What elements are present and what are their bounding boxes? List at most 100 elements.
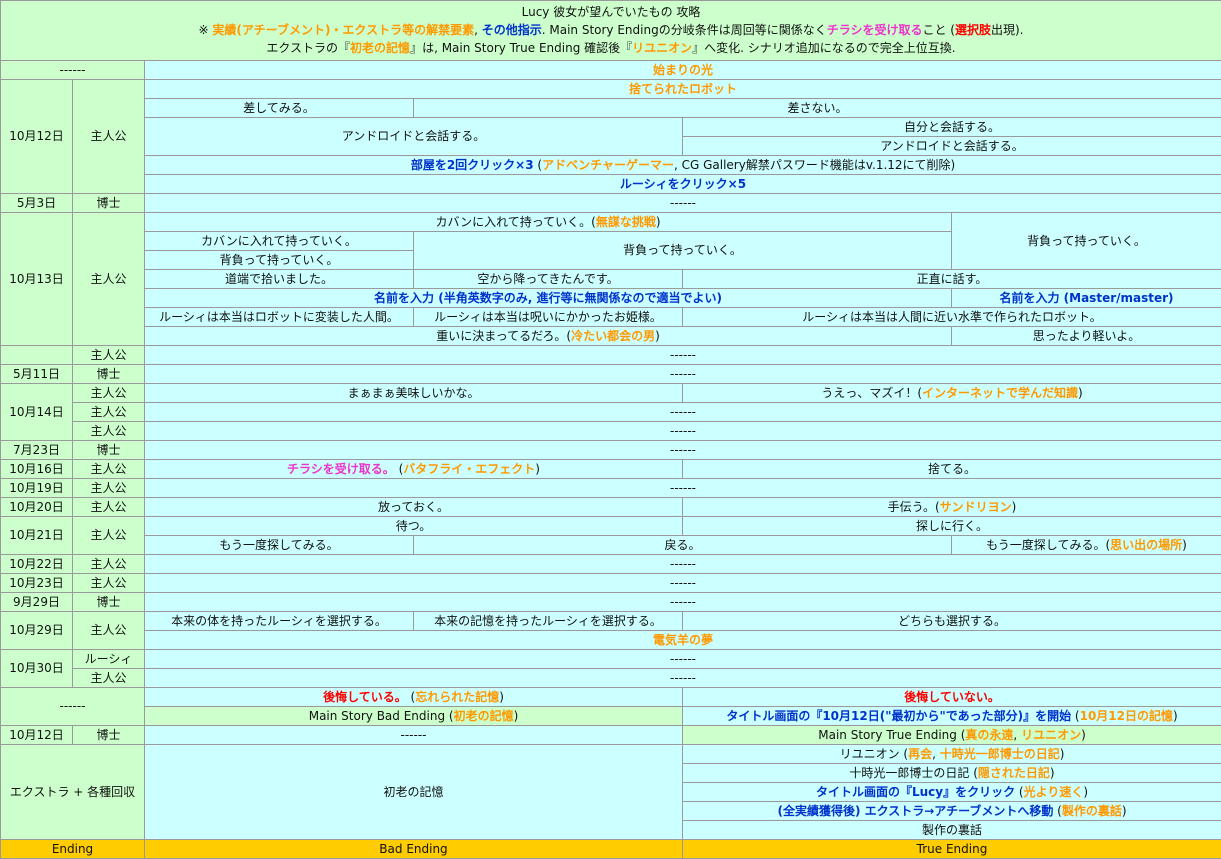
- choice-cell: 自分と会話する。: [683, 118, 1221, 137]
- note-text: ,: [474, 23, 482, 37]
- character-cell: 博士: [73, 726, 145, 745]
- character-cell: ルーシィ: [73, 650, 145, 669]
- date-cell: 10月20日: [1, 498, 73, 517]
- empty-cell: ------: [145, 422, 1221, 441]
- chapter-title: 捨てられたロボット: [629, 82, 737, 96]
- choice-cell: 空から降ってきたんです。: [414, 270, 683, 289]
- choice-cell: もう一度探してみる。(思い出の場所): [952, 536, 1221, 555]
- instruction-cell: 名前を入力 (半角英数字のみ, 進行等に無関係なので適当でよい): [145, 289, 952, 308]
- note-flyer: チラシを受け取る: [827, 23, 923, 37]
- choice-cell: 思ったより軽いよ。: [952, 327, 1221, 346]
- instruction-cell: 名前を入力 (Master/master): [952, 289, 1221, 308]
- choice-cell: 重いに決まってるだろ。(冷たい都会の男): [145, 327, 952, 346]
- character-cell: 主人公: [73, 612, 145, 650]
- note-text: 』へ変化. シナリオ追加になるので完全上位互換.: [692, 41, 955, 55]
- choice-cell: カバンに入れて持っていく。: [145, 232, 414, 251]
- character-cell: 主人公: [73, 403, 145, 422]
- date-cell: 5月3日: [1, 194, 73, 213]
- note-text: こと (: [922, 23, 955, 37]
- choice-cell: まぁまぁ美味しいかな。: [145, 384, 683, 403]
- character-cell: 主人公: [73, 479, 145, 498]
- character-cell: 主人公: [73, 80, 145, 194]
- character-cell: 主人公: [73, 498, 145, 517]
- true-ending-cell: Main Story True Ending (真の永遠, リユニオン): [683, 726, 1221, 745]
- choice-cell: ルーシィは本当は人間に近い水準で作られたロボット。: [683, 308, 1221, 327]
- walkthrough-table: Lucy 彼女が望んでいたもの 攻略 ※ 実績(アチーブメント)・エクストラ等の…: [0, 0, 1221, 859]
- choice-cell: 捨てる。: [683, 460, 1221, 479]
- header-note: ※ 実績(アチーブメント)・エクストラ等の解禁要素, その他指示. Main S…: [5, 21, 1217, 39]
- character-cell: 主人公: [73, 574, 145, 593]
- date-cell: 10月12日: [1, 80, 73, 194]
- note-text: ※: [199, 23, 213, 37]
- choice-cell: ルーシィは本当は呪いにかかったお姫様。: [414, 308, 683, 327]
- instruction-cell: 部屋を2回クリック×3 (アドベンチャーゲーマー, CG Gallery解禁パス…: [145, 156, 1221, 175]
- extra-cell: リユニオン (再会, 十時光一郎博士の日記): [683, 745, 1221, 764]
- choice-cell: 本来の記憶を持ったルーシィを選択する。: [414, 612, 683, 631]
- chapter-title: 始まりの光: [653, 63, 713, 77]
- extra-cell: 製作の裏話: [683, 821, 1221, 840]
- date-cell: 10月22日: [1, 555, 73, 574]
- extra-cell: タイトル画面の『Lucy』をクリック (光より速く): [683, 783, 1221, 802]
- character-cell: 主人公: [73, 422, 145, 441]
- choice-cell: 戻る。: [414, 536, 952, 555]
- note-text: エクストラの『: [266, 41, 350, 55]
- choice-cell: うえっ、マズイ！(インターネットで学んだ知識): [683, 384, 1221, 403]
- character-cell: 主人公: [73, 213, 145, 346]
- choice-cell: 差してみる。: [145, 99, 414, 118]
- choice-cell: アンドロイドと会話する。: [145, 118, 683, 156]
- bad-ending-cell: Main Story Bad Ending (初老の記憶): [145, 707, 683, 726]
- empty-cell: ------: [145, 574, 1221, 593]
- character-cell: 主人公: [73, 555, 145, 574]
- note-text: . Main Story Endingの分岐条件は周回等に関係なく: [542, 23, 827, 37]
- date-cell: 10月16日: [1, 460, 73, 479]
- character-cell: 主人公: [73, 384, 145, 403]
- empty-cell: ------: [145, 555, 1221, 574]
- note-text: 出現).: [991, 23, 1024, 37]
- note-unlock: 実績(アチーブメント)・エクストラ等の解禁要素: [212, 23, 474, 37]
- date-cell: 10月12日: [1, 726, 73, 745]
- date-cell: 9月29日: [1, 593, 73, 612]
- choice-cell: アンドロイドと会話する。: [683, 137, 1221, 156]
- choice-cell: ルーシィは本当はロボットに変装した人間。: [145, 308, 414, 327]
- extra-cell: 十時光一郎博士の日記 (隠された日記): [683, 764, 1221, 783]
- note-instruction: その他指示: [482, 23, 542, 37]
- date-cell: 7月23日: [1, 441, 73, 460]
- choice-cell: 本来の体を持ったルーシィを選択する。: [145, 612, 414, 631]
- empty-cell: ------: [145, 441, 1221, 460]
- instruction-cell: ルーシィをクリック×5: [145, 175, 1221, 194]
- date-cell: ------: [1, 688, 145, 726]
- character-cell: 博士: [73, 593, 145, 612]
- note-reunion: リユニオン: [632, 41, 692, 55]
- extra-cell: (全実績獲得後) エクストラ→アチーブメントへ移動 (製作の裏話): [683, 802, 1221, 821]
- date-cell: 10月14日: [1, 384, 73, 441]
- note-extra: 初老の記憶: [350, 41, 410, 55]
- character-cell: 主人公: [73, 346, 145, 365]
- date-cell: 10月29日: [1, 612, 73, 650]
- date-cell: 5月11日: [1, 365, 73, 384]
- character-cell: 博士: [73, 365, 145, 384]
- date-cell: 10月19日: [1, 479, 73, 498]
- choice-cell: 待つ。: [145, 517, 683, 536]
- choice-cell: 放っておく。: [145, 498, 683, 517]
- character-cell: 主人公: [73, 669, 145, 688]
- choice-cell: チラシを受け取る。 (バタフライ・エフェクト): [145, 460, 683, 479]
- extra-bad-cell: 初老の記憶: [145, 745, 683, 840]
- choice-cell: 探しに行く。: [683, 517, 1221, 536]
- date-cell: 10月30日: [1, 650, 73, 688]
- date-cell: ------: [1, 61, 145, 80]
- empty-cell: ------: [145, 346, 1221, 365]
- empty-cell: ------: [145, 593, 1221, 612]
- choice-cell: 背負って持っていく。: [952, 213, 1221, 270]
- choice-cell: もう一度探してみる。: [145, 536, 414, 555]
- character-cell: 主人公: [73, 517, 145, 555]
- empty-cell: ------: [145, 194, 1221, 213]
- note-choice: 選択肢: [955, 23, 991, 37]
- date-cell: 10月23日: [1, 574, 73, 593]
- note-text: 』は, Main Story True Ending 確認後『: [410, 41, 632, 55]
- header-extra-note: エクストラの『初老の記憶』は, Main Story True Ending 確…: [5, 39, 1217, 57]
- empty-cell: ------: [145, 669, 1221, 688]
- extra-label: エクストラ + 各種回収: [1, 745, 145, 840]
- choice-cell: カバンに入れて持っていく。(無謀な挑戦): [145, 213, 952, 232]
- choice-cell: 手伝う。(サンドリヨン): [683, 498, 1221, 517]
- page-title: Lucy 彼女が望んでいたもの 攻略: [5, 3, 1217, 21]
